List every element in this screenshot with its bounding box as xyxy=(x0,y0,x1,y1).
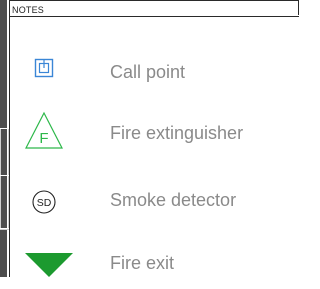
legend-label-fire-exit: Fire exit xyxy=(110,253,175,273)
legend-item-smoke-detector: SD Smoke detector xyxy=(0,183,299,223)
header-divider xyxy=(9,16,299,17)
legend-label-fire-extinguisher: Fire extinguisher xyxy=(110,123,244,143)
legend-label-call-point: Call point xyxy=(110,62,186,82)
fire-extinguisher-glyph: F xyxy=(39,130,48,147)
fire-extinguisher-icon: F xyxy=(22,110,66,150)
right-frame-rule xyxy=(298,0,299,15)
notes-title: NOTES xyxy=(12,5,45,15)
top-frame-rule xyxy=(9,0,299,1)
legend-label-smoke-detector: Smoke detector xyxy=(110,190,237,210)
notes-legend-panel: NOTES Call point F Fire extinguisher SD xyxy=(0,0,299,277)
smoke-detector-icon: SD xyxy=(22,183,66,223)
legend-item-fire-extinguisher: F Fire extinguisher xyxy=(0,110,299,150)
side-frame-tick xyxy=(0,228,9,229)
legend-item-call-point: Call point xyxy=(0,52,299,92)
call-point-icon xyxy=(22,52,66,92)
side-frame-tick xyxy=(0,175,9,176)
fire-exit-icon xyxy=(22,244,73,284)
legend-item-fire-exit: Fire exit xyxy=(0,244,299,284)
smoke-detector-glyph: SD xyxy=(37,197,52,209)
